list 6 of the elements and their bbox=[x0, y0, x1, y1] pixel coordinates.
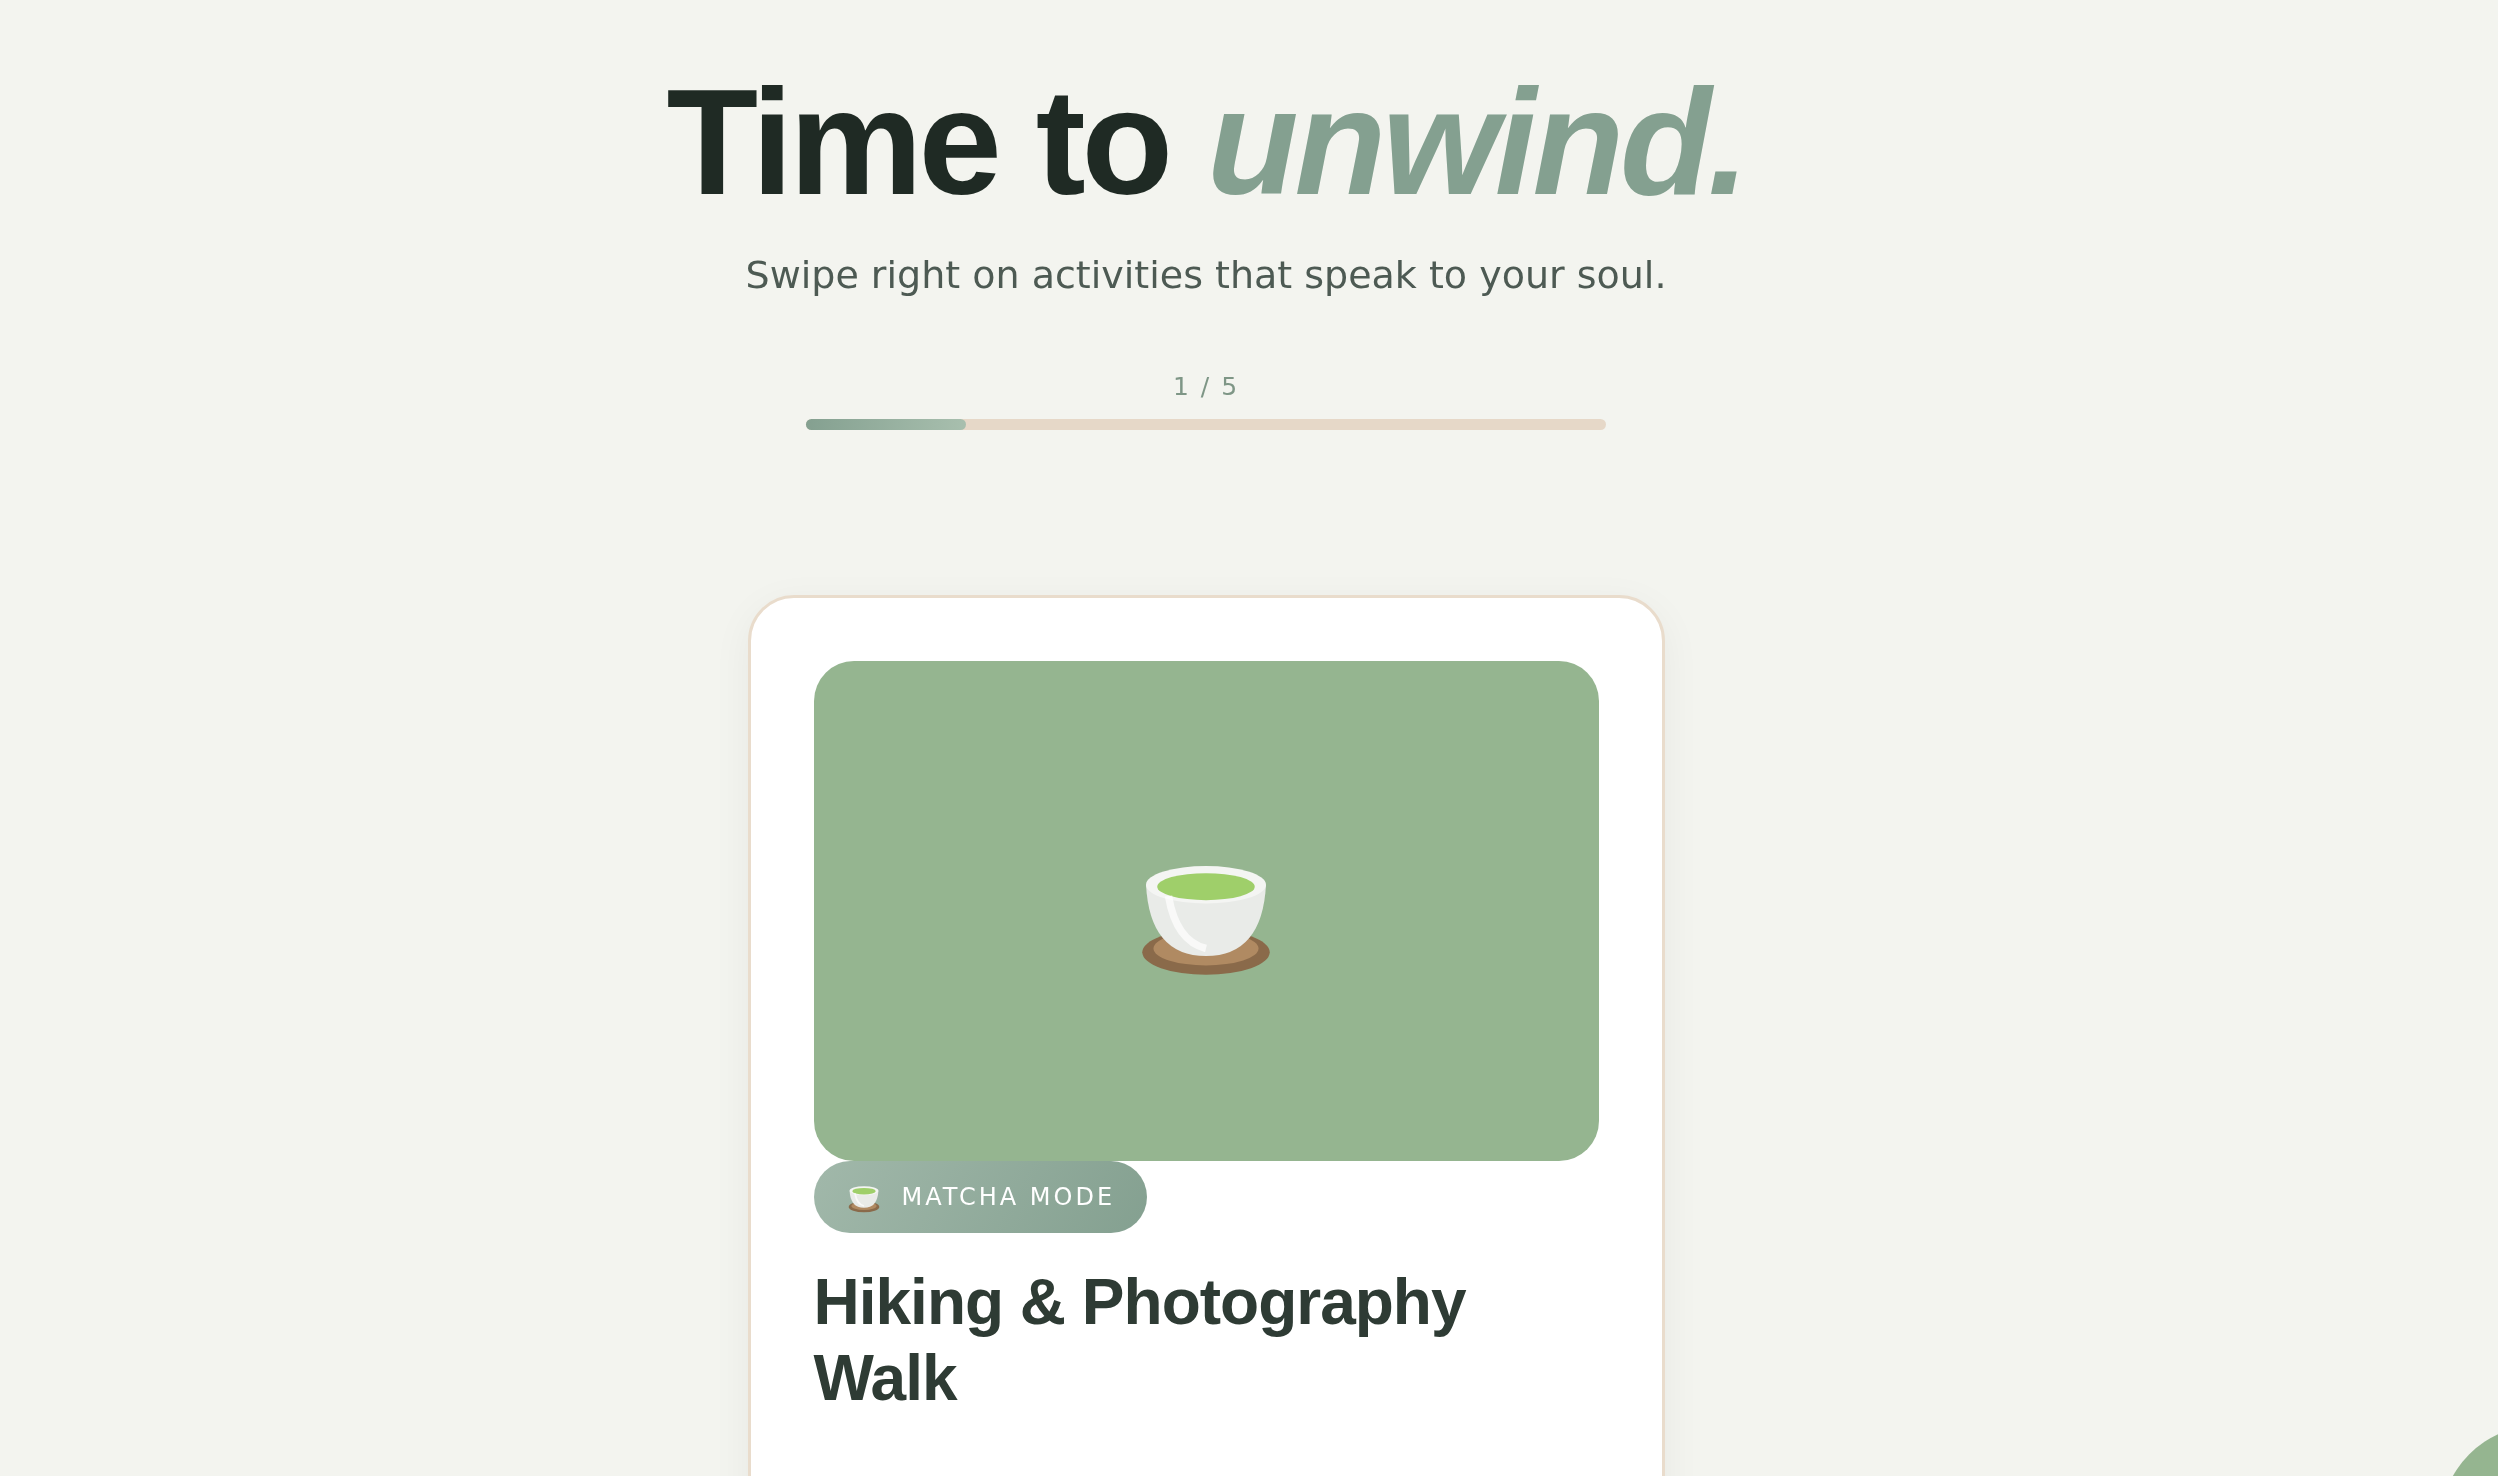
progress-count: 1 / 5 bbox=[1172, 372, 1240, 401]
category-badge: MATCHA MODE bbox=[813, 1161, 1148, 1233]
activity-card[interactable]: MATCHA MODE Hiking & Photography Walk bbox=[747, 595, 1665, 1476]
subtitle: Swipe right on activities that speak to your soul. bbox=[745, 253, 1667, 297]
card-title: Hiking & Photography Walk bbox=[813, 1265, 1467, 1416]
page-title: Time to unwind. bbox=[666, 60, 1746, 225]
